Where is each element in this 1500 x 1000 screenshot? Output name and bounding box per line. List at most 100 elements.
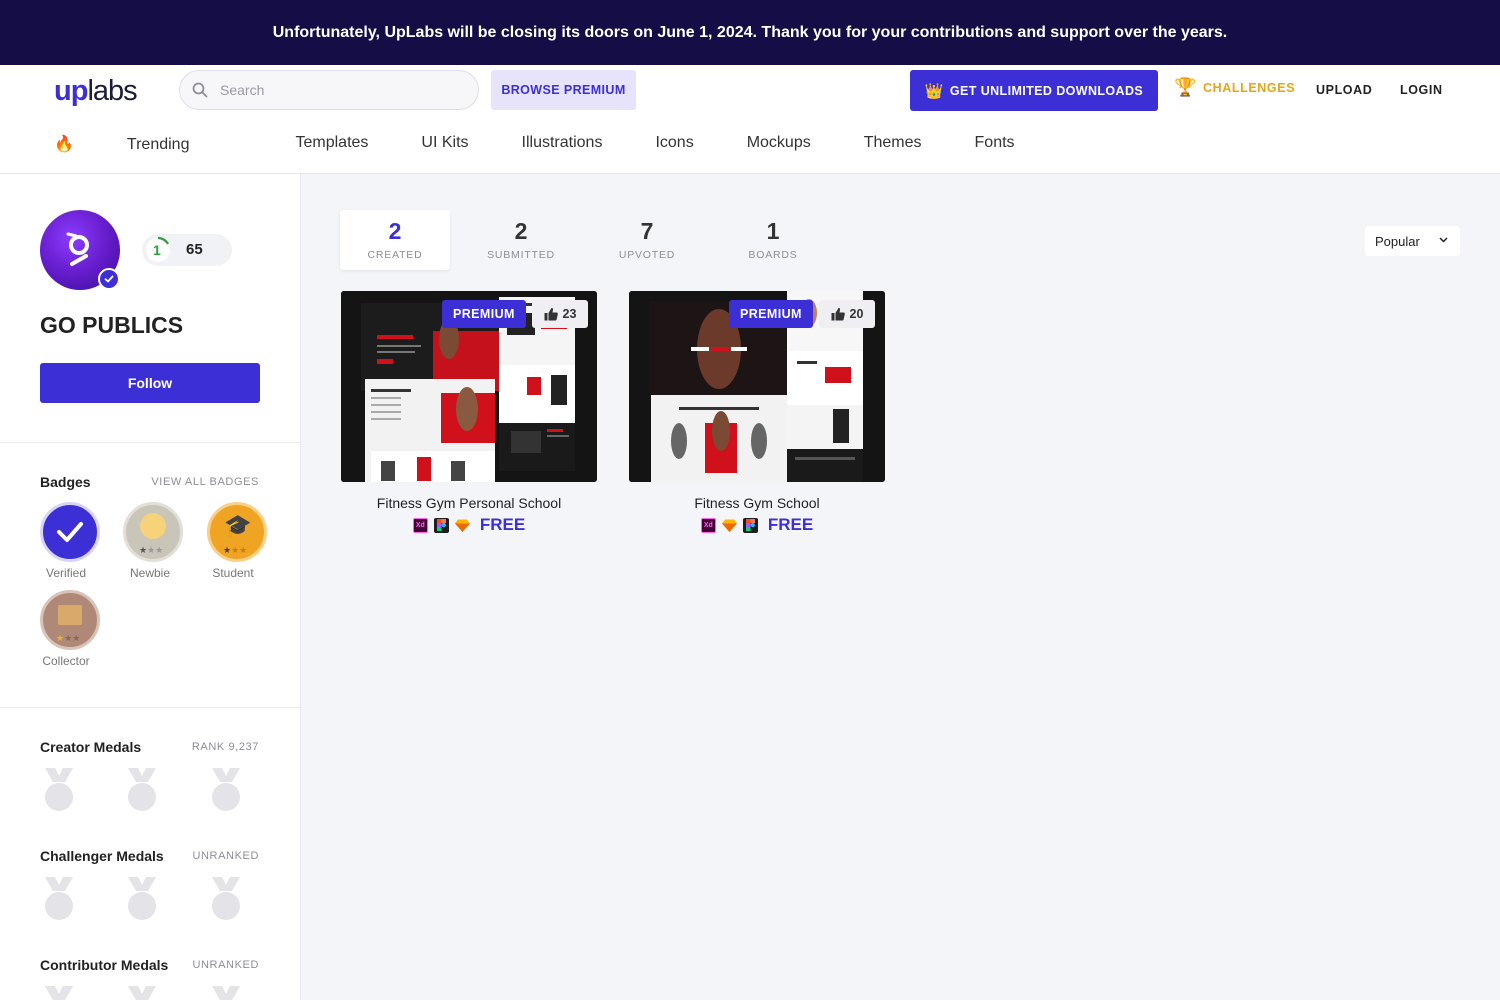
adobe-xd-icon: Xd [700, 517, 716, 533]
collector-stars: ★★★ [56, 633, 81, 643]
likes-count: 23 [562, 307, 577, 321]
medal-icon [212, 877, 240, 920]
tab-count: 2 [388, 218, 402, 244]
level-number: 1 [153, 242, 161, 258]
divider [0, 707, 300, 708]
contributor-rank: UNRANKED [192, 959, 259, 971]
tab-label: BOARDS [748, 249, 798, 261]
profile-name: GO PUBLICS [40, 312, 184, 338]
tab-created[interactable]: 2 CREATED [340, 210, 450, 270]
creator-medals-title: Creator Medals [40, 739, 142, 755]
uplabs-logo[interactable]: uplabs [54, 75, 138, 108]
card-title[interactable]: Fitness Gym Personal School [341, 495, 597, 511]
newbie-badge-icon[interactable]: ★★★ [123, 502, 183, 562]
chevron-down-icon [1439, 237, 1448, 243]
crown-icon: 👑 [924, 82, 944, 100]
nav-trending-label: Trending [126, 136, 190, 153]
tab-boards[interactable]: 1 BOARDS [718, 210, 828, 270]
challenger-medals-title: Challenger Medals [40, 848, 164, 864]
tab-count: 1 [766, 218, 780, 244]
login-link[interactable]: LOGIN [1400, 83, 1443, 97]
logo-up: up [54, 75, 88, 107]
student-stars: ★★★ [223, 545, 248, 555]
search-input[interactable] [220, 82, 460, 98]
get-unlimited-downloads-button[interactable]: 👑 GET UNLIMITED DOWNLOADS [910, 70, 1158, 111]
tab-count: 7 [640, 218, 654, 244]
upload-link[interactable]: UPLOAD [1316, 83, 1372, 97]
follow-button[interactable]: Follow [40, 363, 260, 403]
nav-ui-kits[interactable]: UI Kits [421, 134, 468, 154]
medal-icon [128, 877, 156, 920]
nav-themes[interactable]: Themes [864, 134, 922, 154]
sort-select[interactable]: Popular [1365, 226, 1460, 256]
tab-label: CREATED [367, 249, 423, 261]
medal-icon [45, 986, 73, 1000]
site-header: uplabs BROWSE PREMIUM 👑 GET UNLIMITED DO… [0, 65, 1500, 174]
figma-icon [742, 517, 758, 533]
likes-button[interactable]: 20 [819, 300, 875, 328]
badges-title: Badges [40, 474, 91, 490]
divider [0, 442, 300, 443]
creator-rank: RANK 9,237 [191, 741, 259, 753]
box-icon [58, 605, 82, 625]
search-box[interactable] [179, 70, 479, 110]
tab-upvoted[interactable]: 7 UPVOTED [592, 210, 702, 270]
banner-text: Unfortunately, UpLabs will be closing it… [272, 23, 1228, 41]
premium-badge: PREMIUM [442, 300, 526, 328]
nav-fonts[interactable]: Fonts [975, 134, 1015, 154]
tab-label: UPVOTED [618, 249, 676, 261]
challenger-rank: UNRANKED [192, 850, 259, 862]
badge-label-student: Student [212, 566, 254, 580]
medal-icon [128, 768, 156, 811]
card-title[interactable]: Fitness Gym School [629, 495, 885, 511]
figma-icon [433, 517, 449, 533]
nav-trending[interactable]: 🔥 Trending [54, 134, 242, 154]
thumbs-up-icon [544, 307, 558, 321]
card-thumbnail[interactable]: PREMIUM 23 [341, 291, 597, 482]
baby-face-icon [140, 513, 166, 539]
nav-mockups[interactable]: Mockups [747, 134, 811, 154]
verified-check-icon [98, 268, 120, 290]
level-points-pill: 1 65 [142, 234, 232, 266]
closing-banner: Unfortunately, UpLabs will be closing it… [0, 0, 1500, 65]
browse-premium-button[interactable]: BROWSE PREMIUM [491, 70, 636, 110]
collector-badge-icon[interactable]: ★★★ [40, 590, 100, 650]
fire-icon: 🔥 [54, 136, 74, 153]
thumbs-up-icon [831, 307, 845, 321]
nav-illustrations[interactable]: Illustrations [522, 134, 603, 154]
adobe-xd-icon: Xd [412, 517, 428, 533]
verified-badge-icon[interactable] [40, 502, 100, 562]
tab-submitted[interactable]: 2 SUBMITTED [466, 210, 576, 270]
card-meta: Xd FREE [629, 515, 885, 535]
newbie-stars: ★★★ [139, 545, 164, 555]
tab-label: SUBMITTED [487, 249, 555, 261]
contributor-medals-title: Contributor Medals [40, 957, 169, 973]
medal-icon [128, 986, 156, 1000]
sketch-icon [721, 518, 737, 533]
student-badge-icon[interactable]: 🎓 ★★★ [207, 502, 267, 562]
price-label: FREE [479, 515, 526, 534]
sketch-icon [454, 518, 470, 533]
graduation-cap-icon: 🎓 [224, 513, 252, 538]
trophy-icon: 🏆 [1174, 77, 1198, 97]
sort-selected-label: Popular [1375, 233, 1420, 249]
design-card[interactable]: PREMIUM 23 Fitness Gym Personal School X… [341, 291, 597, 535]
tab-count: 2 [514, 218, 528, 244]
nav-icons[interactable]: Icons [655, 134, 693, 154]
likes-count: 20 [849, 307, 864, 321]
points-count: 65 [186, 241, 203, 258]
card-thumbnail[interactable]: PREMIUM 20 [629, 291, 885, 482]
price-label: FREE [767, 515, 814, 534]
design-card[interactable]: PREMIUM 20 Fitness Gym School Xd FREE [629, 291, 885, 535]
medal-icon [212, 768, 240, 811]
view-all-badges-link[interactable]: VIEW ALL BADGES [151, 476, 259, 488]
logo-labs: labs [87, 75, 137, 107]
go-publics-logo-icon [66, 232, 89, 266]
nav-templates[interactable]: Templates [295, 134, 368, 154]
likes-button[interactable]: 23 [532, 300, 588, 328]
category-nav: 🔥 Trending Templates UI Kits Illustration… [54, 134, 1068, 154]
profile-sidebar: 1 65 GO PUBLICS Follow Badges VIEW ALL B… [0, 174, 301, 1000]
badge-label-collector: Collector [42, 654, 90, 668]
challenges-link[interactable]: 🏆 CHALLENGES [1174, 77, 1295, 98]
medal-icon [45, 768, 73, 811]
